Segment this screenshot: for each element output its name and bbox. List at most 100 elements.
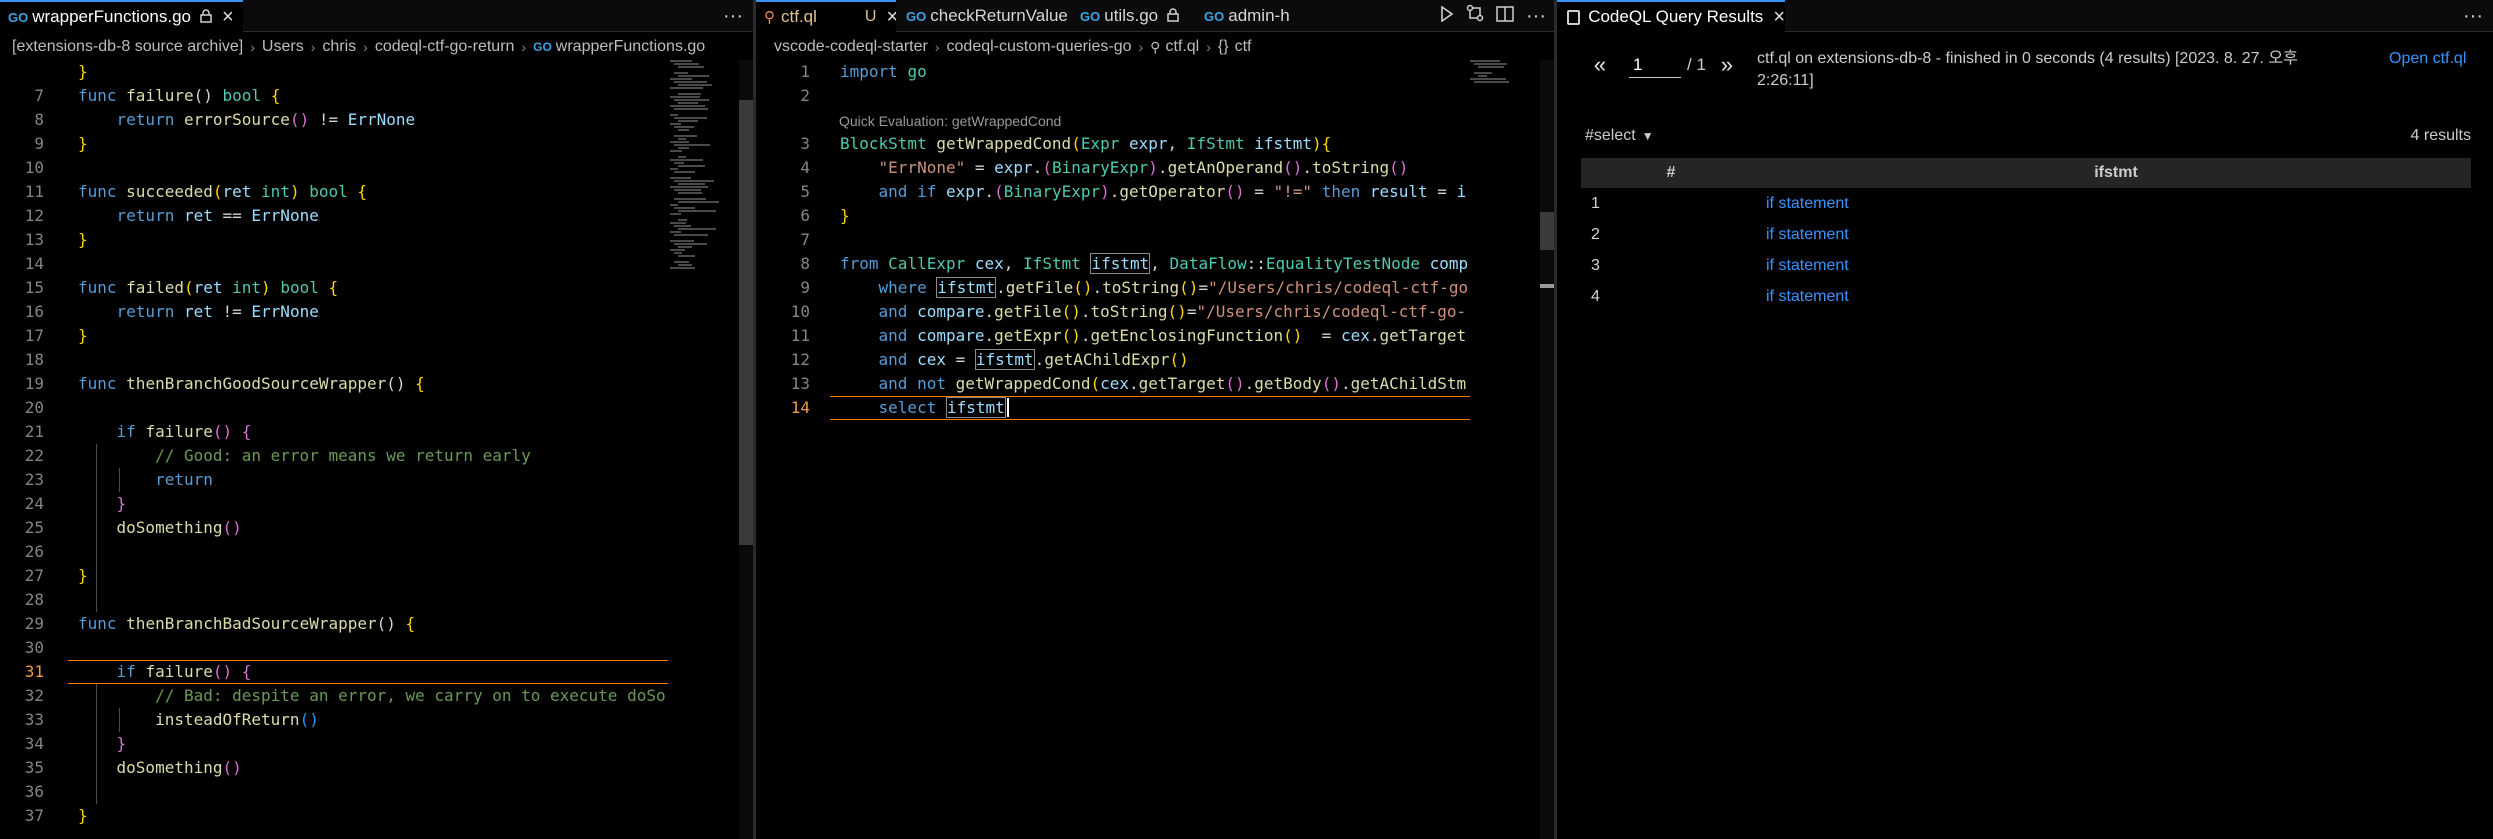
minimap-line [678,246,692,248]
code-token: DataFlow [1169,254,1247,273]
code-token: ( [183,278,194,297]
more-actions-icon[interactable]: ··· [723,5,743,28]
code-token: cex [917,350,946,369]
code-token: thenBranchGoodSourceWrapper [126,374,387,393]
code-token: ) [1148,158,1158,177]
code-line: 2 [756,84,1554,108]
more-actions-icon[interactable]: ··· [2463,5,2483,28]
column-header-index[interactable]: # [1581,164,1761,182]
more-actions-icon[interactable]: ··· [1526,5,1546,28]
scrollbar-thumb[interactable] [739,100,753,545]
table-header: # ifstmt [1581,158,2471,188]
code-token: toString [1102,278,1180,297]
ql-file-icon: ⚲ [1150,38,1161,55]
code-token: errorSource [183,110,290,129]
previous-page-button[interactable]: « [1589,52,1611,78]
code-token: result [1369,182,1428,201]
go-file-icon: GO [8,9,29,25]
tab-label: ctf.ql [781,7,817,26]
split-editor-icon[interactable] [1496,5,1514,28]
page-number-input[interactable] [1629,52,1681,78]
result-link[interactable]: if statement [1766,195,2471,213]
code-token: ( [1090,374,1101,393]
breadcrumb-item[interactable]: codeql-ctf-go-return [375,38,515,56]
code-token: () [193,86,223,105]
line-code: return [78,468,213,492]
codelens-quick-evaluation[interactable]: Quick Evaluation: getWrappedCond [839,110,1061,132]
code-token: ret [183,206,223,225]
minimap-line [670,78,692,80]
result-link[interactable]: if statement [1766,257,2471,275]
code-token: ) [289,182,310,201]
breadcrumb-item[interactable]: wrapperFunctions.go [556,38,705,56]
code-token: EqualityTestNode [1265,254,1430,273]
tab-wrapperfunctions-go[interactable]: GO wrapperFunctions.go × [0,0,243,32]
tab-codeql-query-results[interactable]: CodeQL Query Results × [1557,0,1785,32]
line-code: and cex = ifstmt.getAChildExpr() [840,348,1189,372]
result-set-select[interactable]: #select ▼ [1585,127,1654,145]
breadcrumb-item[interactable]: vscode-codeql-starter [774,38,928,56]
code-token: cex [974,254,1004,273]
compare-icon[interactable] [1466,4,1484,28]
code-token: . [1340,374,1351,393]
minimap[interactable] [1470,60,1536,280]
code-token: getTarget [1138,374,1226,393]
minimap-line [678,75,709,77]
minimap-line [674,81,707,83]
code-token: cex [1340,326,1370,345]
tab-admin-handler[interactable]: GO admin-h [1196,0,1294,32]
code-token: go [907,62,927,81]
code-line: 11 func succeeded(ret int) bool { [0,180,753,204]
tab-checkreturnvalue-go[interactable]: GO checkReturnValue.go [898,0,1068,32]
line-code: } [78,60,88,84]
breadcrumb-item[interactable]: ctf.ql [1165,38,1199,56]
line-number: 12 [24,206,44,225]
minimap[interactable] [670,60,736,280]
vertical-scrollbar[interactable] [739,60,753,839]
row-index: 2 [1591,225,1600,243]
code-line: 12 return ret == ErrNone [0,204,753,228]
code-token: func [78,86,127,105]
result-set-label: #select [1585,127,1636,144]
run-icon[interactable] [1440,4,1454,28]
code-line: 8 return errorSource() != ErrNone [0,108,753,132]
code-line: 15 func failed(ret int) bool { [0,276,753,300]
code-token: { [270,86,281,105]
column-header-ifstmt[interactable]: ifstmt [1761,164,2471,182]
minimap-line [674,126,694,128]
result-link[interactable]: if statement [1766,226,2471,244]
tab-ctf-ql[interactable]: ⚲ ctf.ql U × [756,0,896,32]
code-token: () [289,110,310,129]
line-code: func thenBranchGoodSourceWrapper() { [78,372,425,396]
next-page-button[interactable]: » [1716,52,1738,78]
symbol-highlight: ifstmt [1090,253,1151,274]
code-token: if [78,422,146,441]
code-line: 1 import go [756,60,1554,84]
code-line: 29 func thenBranchBadSourceWrapper() { [0,612,753,636]
code-token: () [1225,374,1245,393]
code-token: func [78,374,127,393]
close-icon[interactable]: × [222,6,234,29]
code-token: "/Users/chris/codeql-ctf-go [1208,278,1469,297]
close-icon[interactable]: × [1773,6,1785,29]
breadcrumb-item[interactable]: chris [322,38,356,56]
close-icon[interactable]: × [886,6,896,29]
code-token: . [1129,374,1139,393]
code-editor[interactable]: } 7 func failure() bool {8 return errorSou… [0,60,753,839]
line-number: 13 [24,230,44,249]
code-editor[interactable]: 1 import go 2 Quick Evaluation: getWrappedC… [756,60,1554,839]
breadcrumb-item[interactable]: ctf [1235,38,1252,56]
scrollbar-thumb[interactable] [1540,212,1554,250]
minimap-line [670,105,705,107]
open-query-link[interactable]: Open ctf.ql [2389,48,2469,70]
breadcrumb-item[interactable]: [extensions-db-8 source archive] [12,38,243,56]
result-link[interactable]: if statement [1766,288,2471,306]
code-token: ( [212,182,223,201]
code-token: () [1061,302,1081,321]
vertical-scrollbar[interactable] [1540,60,1554,839]
tab-utils-go[interactable]: GO utils.go [1072,0,1192,32]
symbol-highlight: ifstmt [936,277,997,298]
code-token: and not [840,374,956,393]
breadcrumb-item[interactable]: Users [262,38,304,56]
breadcrumb-item[interactable]: codeql-custom-queries-go [947,38,1132,56]
